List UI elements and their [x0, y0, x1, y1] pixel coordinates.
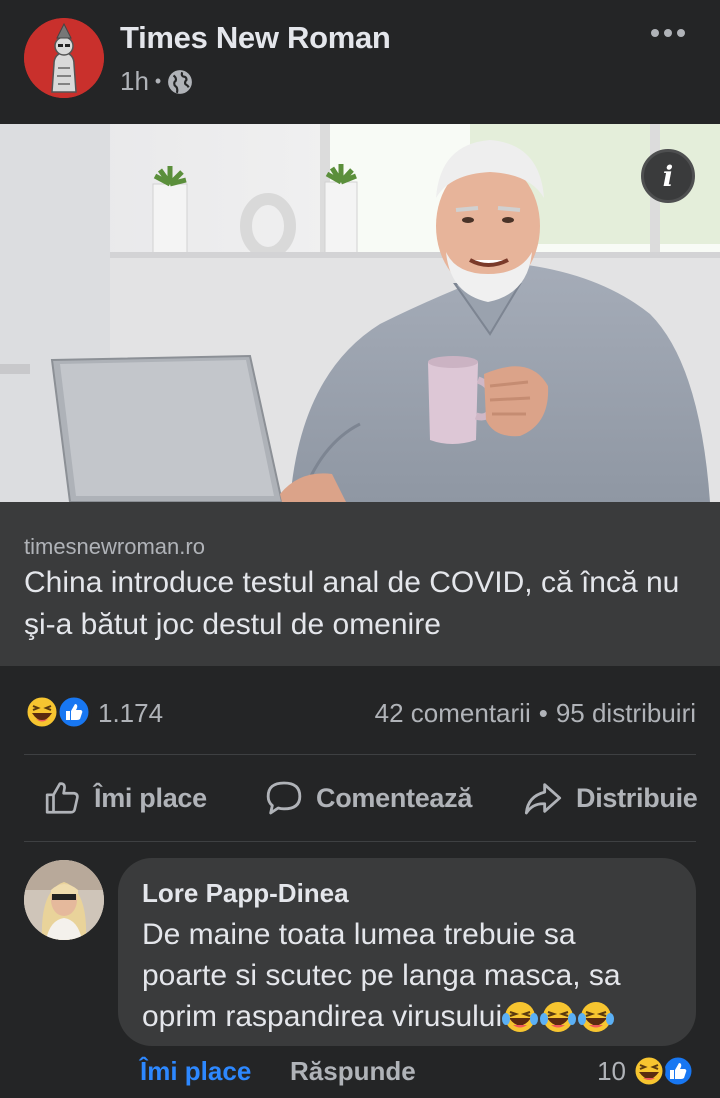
comment-button[interactable]: Comentează: [264, 755, 472, 841]
comment-line-with-emoji: oprim raspandirea virusului: [142, 996, 682, 1037]
reaction-icons[interactable]: [24, 694, 94, 730]
comment-reply-button[interactable]: Răspunde: [290, 1056, 416, 1087]
link-domain: timesnewroman.ro: [24, 534, 205, 559]
shares-count[interactable]: 95 distribuiri: [556, 698, 696, 729]
comments-count[interactable]: 42 comentarii: [375, 698, 531, 729]
comment-line: poarte si scutec pe langa masca, sa: [142, 959, 621, 992]
reaction-count[interactable]: 1.174: [98, 698, 163, 729]
haha-icon: [24, 694, 60, 730]
share-label: Distribuie: [576, 782, 698, 813]
info-button[interactable]: i: [641, 149, 695, 203]
comment-bubble[interactable]: Lore Papp-Dinea De maine toata lumea tre…: [118, 858, 696, 1046]
meta-separator: •: [154, 71, 162, 91]
share-arrow-icon: [524, 783, 562, 815]
like-button[interactable]: Îmi place: [44, 755, 207, 841]
comment-bubble-icon: [266, 781, 302, 815]
more-options-button[interactable]: [646, 18, 690, 48]
photo-office-man: [0, 124, 720, 502]
link-preview-image[interactable]: [0, 124, 720, 502]
post-header: Times New Roman 1h •: [0, 0, 720, 124]
comment-reaction-count: 10: [597, 1055, 626, 1086]
profile-photo: [24, 860, 104, 940]
stats-separator: •: [538, 698, 548, 728]
tears-of-joy-emoji-icons: [502, 1001, 615, 1032]
page-name[interactable]: Times New Roman: [120, 20, 391, 56]
post-time[interactable]: 1h: [120, 66, 149, 97]
commenter-avatar[interactable]: [24, 860, 104, 940]
comment-share-stats: 42 comentarii • 95 distribuiri: [375, 698, 696, 729]
thumbs-up-icon: [45, 782, 79, 814]
like-icon: [56, 694, 92, 730]
post-meta: 1h •: [120, 66, 193, 97]
statue-logo-icon: [24, 18, 104, 98]
haha-icon: [632, 1054, 666, 1088]
commenter-name[interactable]: Lore Papp-Dinea: [142, 878, 349, 909]
comment-text: De maine toata lumea trebuie sa poarte s…: [142, 914, 682, 1037]
page-avatar[interactable]: [24, 18, 104, 98]
comment-label: Comentează: [316, 782, 473, 813]
globe-icon: [168, 69, 193, 94]
like-icon: [661, 1054, 695, 1088]
link-title: China introduce testul anal de COVID, că…: [24, 566, 680, 641]
post-actions: Îmi place Comentează Distribuie: [0, 755, 720, 841]
like-label: Îmi place: [94, 782, 207, 813]
comment-line: De maine toata lumea trebuie sa: [142, 918, 576, 951]
share-button[interactable]: Distribuie: [522, 755, 698, 841]
link-preview[interactable]: timesnewroman.ro China introduce testul …: [0, 502, 720, 666]
comment-line: oprim raspandirea virusului: [142, 1000, 503, 1033]
comment-reactions[interactable]: 10: [597, 1054, 696, 1088]
more-horizontal-icon: [651, 29, 685, 37]
comment-like-button[interactable]: Îmi place: [140, 1056, 251, 1087]
post-stats: 1.174 42 comentarii • 95 distribuiri: [0, 666, 720, 754]
comment: Lore Papp-Dinea De maine toata lumea tre…: [0, 842, 720, 1098]
